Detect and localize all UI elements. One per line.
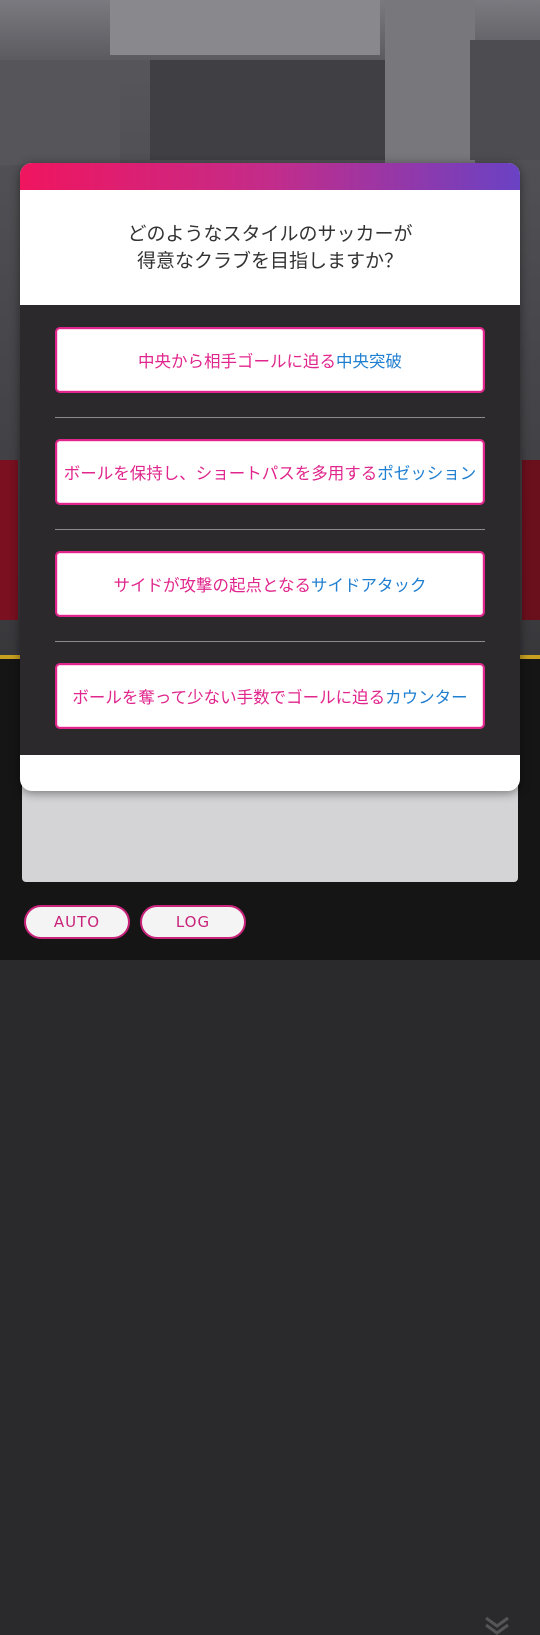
option-style: サイドアタック [311,576,427,595]
divider [55,529,485,530]
divider [55,417,485,418]
double-chevron-down-icon[interactable] [484,1615,510,1635]
option-description: サイドが攻撃の起点となる [113,576,311,595]
option-style: 中央突破 [336,352,402,371]
auto-button[interactable]: AUTO [24,905,130,939]
option-counter[interactable]: ボールを奪って少ない手数でゴールに迫る カウンター [55,663,485,729]
option-description: ボールを奪って少ない手数でゴールに迫る [72,688,386,707]
option-description: 中央から相手ゴールに迫る [138,352,336,371]
log-button[interactable]: LOG [140,905,246,939]
question-line-1: どのようなスタイルのサッカーが [127,222,413,245]
red-wall-accent [522,460,540,620]
option-description: ボールを保持し、ショートパスを多用する [63,464,378,483]
dialog-question: どのようなスタイルのサッカーが 得意なクラブを目指しますか？ [20,190,520,305]
question-line-2: 得意なクラブを目指しますか？ [136,249,403,272]
wall-panel [470,40,540,160]
pillar [385,0,475,165]
dialog-header-bar [20,163,520,190]
options-panel: 中央から相手ゴールに迫る 中央突破 ボールを保持し、ショートパスを多用する ポゼッシ… [20,305,520,755]
choice-dialog: どのようなスタイルのサッカーが 得意なクラブを目指しますか？ 中央から相手ゴール… [20,163,520,791]
ceiling-panel [110,0,380,55]
wall-panel [150,60,390,160]
pillar [0,70,120,165]
option-style: カウンター [385,688,468,707]
divider [55,641,485,642]
option-possession[interactable]: ボールを保持し、ショートパスを多用する ポゼッション [55,439,485,505]
red-wall-accent [0,460,18,620]
option-side-attack[interactable]: サイドが攻撃の起点となる サイドアタック [55,551,485,617]
option-central-attack[interactable]: 中央から相手ゴールに迫る 中央突破 [55,327,485,393]
option-style: ポゼッション [377,464,477,483]
